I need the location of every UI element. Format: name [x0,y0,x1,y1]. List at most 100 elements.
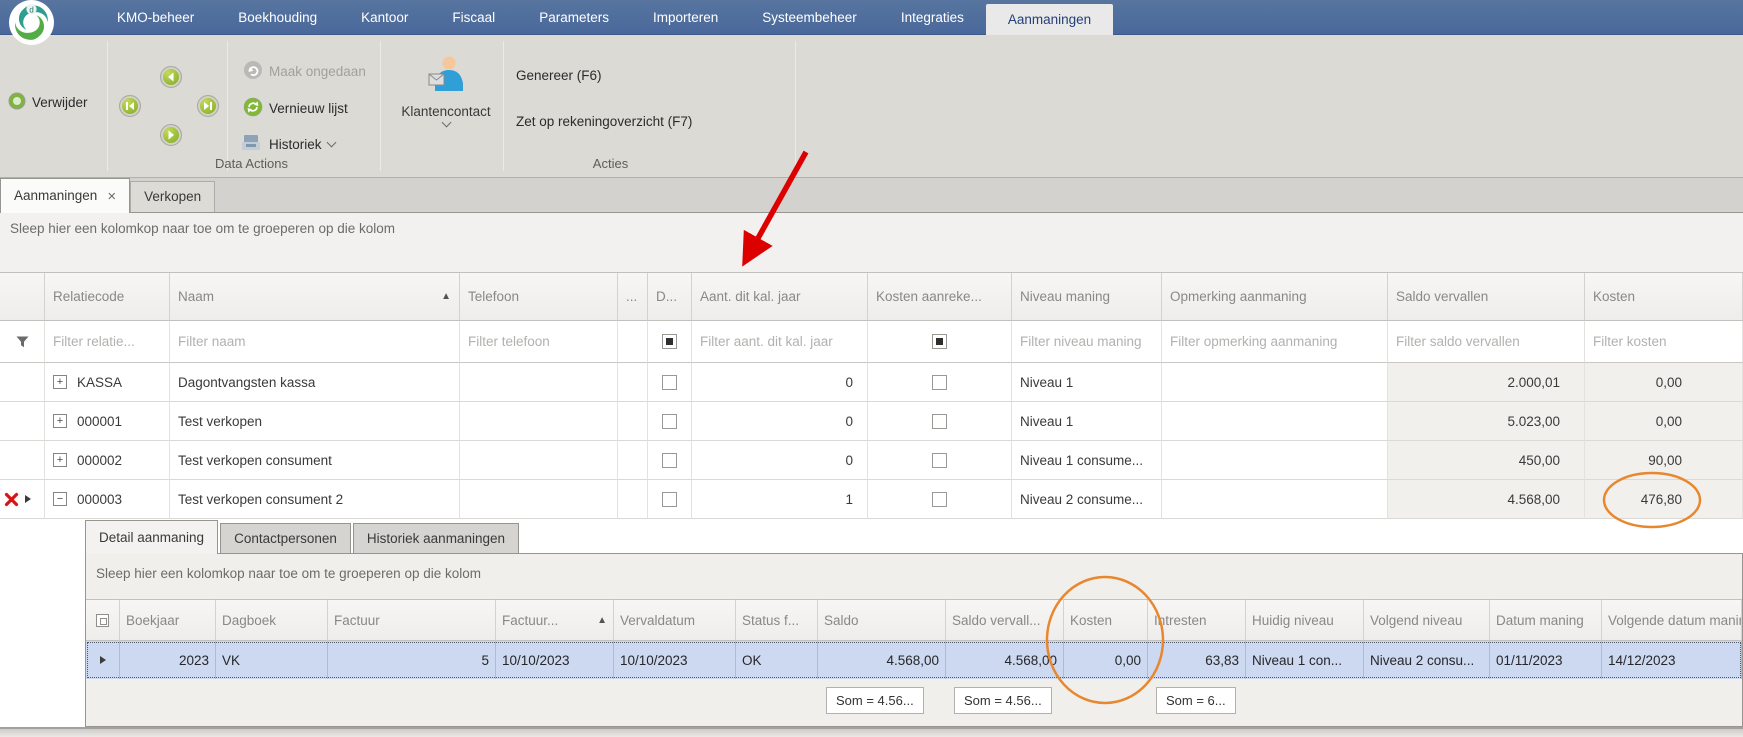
cell-kosten[interactable]: 90,00 [1585,441,1743,480]
cell-naam[interactable]: Test verkopen consument [170,441,460,480]
filter-kosten[interactable]: Filter kosten [1585,321,1743,363]
cell-dots[interactable] [618,363,648,402]
cell-dots[interactable] [618,441,648,480]
indeterminate-checkbox[interactable] [932,334,947,349]
detail-tab-contactpersonen[interactable]: Contactpersonen [220,523,351,553]
klantencontact-button[interactable]: Klantencontact [400,55,492,126]
menu-kantoor[interactable]: Kantoor [339,0,430,35]
cell-telefoon[interactable] [460,363,618,402]
cell-saldo-vervallen[interactable]: 450,00 [1388,441,1585,480]
detail-cell-vervaldatum[interactable]: 10/10/2023 [614,641,736,679]
nav-next-button[interactable] [160,124,182,146]
detail-header-volgend-niveau[interactable]: Volgend niveau [1364,599,1490,641]
zet-op-rekeningoverzicht-button[interactable]: Zet op rekeningoverzicht (F7) [516,114,692,129]
cell-aant[interactable]: 0 [692,363,868,402]
menu-kmo-beheer[interactable]: KMO-beheer [95,0,216,35]
cell-relatiecode[interactable]: − 000003 [45,480,170,519]
filter-dots[interactable] [618,321,648,363]
detail-tab-historiek-aanmaningen[interactable]: Historiek aanmaningen [353,523,519,553]
expand-icon[interactable]: + [53,414,67,428]
detail-header-vervaldatum[interactable]: Vervaldatum [614,599,736,641]
detail-cell-saldo[interactable]: 4.568,00 [818,641,946,679]
menu-aanmaningen[interactable]: Aanmaningen [986,4,1113,35]
cell-aant[interactable]: 0 [692,402,868,441]
cell-kosten[interactable]: 0,00 [1585,363,1743,402]
menu-systeembeheer[interactable]: Systeembeheer [740,0,879,35]
cell-niveau-maning[interactable]: Niveau 1 consume... [1012,441,1162,480]
indeterminate-checkbox[interactable] [662,334,677,349]
filter-relatiecode[interactable]: Filter relatie... [45,321,170,363]
cell-kosten[interactable]: 476,80 [1585,480,1743,519]
cell-opmerking[interactable] [1162,441,1388,480]
genereer-button[interactable]: Genereer (F6) [516,68,602,83]
cell-telefoon[interactable] [460,402,618,441]
nav-last-button[interactable] [197,95,219,117]
cell-relatiecode[interactable]: + 000001 [45,402,170,441]
expand-icon[interactable]: + [53,453,67,467]
tab-verkopen[interactable]: Verkopen [130,181,215,212]
checkbox[interactable] [662,492,677,507]
cell-naam[interactable]: Dagontvangsten kassa [170,363,460,402]
detail-cell-boekjaar[interactable]: 2023 [120,641,216,679]
header-naam[interactable]: Naam ▲ [170,273,460,321]
historiek-button[interactable]: Historiek [241,134,335,155]
filter-opmerking[interactable]: Filter opmerking aanmaning [1162,321,1388,363]
cell-saldo-vervallen[interactable]: 5.023,00 [1388,402,1585,441]
header-relatiecode[interactable]: Relatiecode [45,273,170,321]
cell-naam[interactable]: Test verkopen [170,402,460,441]
detail-header-select[interactable] [86,599,120,641]
cell-saldo-vervallen[interactable]: 2.000,01 [1388,363,1585,402]
cell-telefoon[interactable] [460,441,618,480]
filter-naam[interactable]: Filter naam [170,321,460,363]
filter-aant[interactable]: Filter aant. dit kal. jaar [692,321,868,363]
cell-niveau-maning[interactable]: Niveau 1 [1012,402,1162,441]
detail-header-saldo[interactable]: Saldo [818,599,946,641]
detail-cell-datum-maning[interactable]: 01/11/2023 [1490,641,1602,679]
detail-cell-factuur[interactable]: 5 [328,641,496,679]
detail-header-datum-maning[interactable]: Datum maning [1490,599,1602,641]
nav-previous-button[interactable] [160,66,182,88]
close-icon[interactable]: × [107,189,116,204]
detail-cell-intresten[interactable]: 63,83 [1148,641,1246,679]
maak-ongedaan-button[interactable]: Maak ongedaan [243,60,366,83]
detail-header-volgende-datum-maning[interactable]: Volgende datum maning [1602,599,1742,641]
checkbox[interactable] [932,414,947,429]
cell-dots[interactable] [618,402,648,441]
menu-fiscaal[interactable]: Fiscaal [430,0,517,35]
detail-header-kosten[interactable]: Kosten [1064,599,1148,641]
header-kosten[interactable]: Kosten [1585,273,1743,321]
detail-header-status[interactable]: Status f... [736,599,818,641]
checkbox[interactable] [662,375,677,390]
detail-cell-saldo-vervallen[interactable]: 4.568,00 [946,641,1064,679]
detail-cell-status[interactable]: OK [736,641,818,679]
detail-header-boekjaar[interactable]: Boekjaar [120,599,216,641]
expand-icon[interactable]: + [53,375,67,389]
detail-tab-detail-aanmaning[interactable]: Detail aanmaning [85,520,218,554]
detail-cell-dagboek[interactable]: VK [216,641,328,679]
header-saldo-vervallen[interactable]: Saldo vervallen [1388,273,1585,321]
detail-header-intresten[interactable]: Intresten [1148,599,1246,641]
verwijder-button[interactable]: Verwijder [8,92,88,113]
header-aant-dit-kal-jaar[interactable]: Aant. dit kal. jaar [692,273,868,321]
cell-niveau-maning[interactable]: Niveau 1 [1012,363,1162,402]
detail-cell-volgend-niveau[interactable]: Niveau 2 consu... [1364,641,1490,679]
detail-header-factuurdatum[interactable]: Factuur... ▲ [496,599,614,641]
cell-kosten[interactable]: 0,00 [1585,402,1743,441]
menu-parameters[interactable]: Parameters [517,0,631,35]
cell-dots[interactable] [618,480,648,519]
cell-relatiecode[interactable]: + 000002 [45,441,170,480]
checkbox[interactable] [932,492,947,507]
cell-saldo-vervallen[interactable]: 4.568,00 [1388,480,1585,519]
filter-telefoon[interactable]: Filter telefoon [460,321,618,363]
header-dots[interactable]: ... [618,273,648,321]
detail-cell-kosten[interactable]: 0,00 [1064,641,1148,679]
header-opmerking-aanmaning[interactable]: Opmerking aanmaning [1162,273,1388,321]
detail-cell-huidig-niveau[interactable]: Niveau 1 con... [1246,641,1364,679]
tab-aanmaningen[interactable]: Aanmaningen × [0,178,130,213]
vernieuw-lijst-button[interactable]: Vernieuw lijst [243,97,348,120]
header-niveau-maning[interactable]: Niveau maning [1012,273,1162,321]
header-telefoon[interactable]: Telefoon [460,273,618,321]
cell-naam[interactable]: Test verkopen consument 2 [170,480,460,519]
cell-telefoon[interactable] [460,480,618,519]
cell-opmerking[interactable] [1162,402,1388,441]
